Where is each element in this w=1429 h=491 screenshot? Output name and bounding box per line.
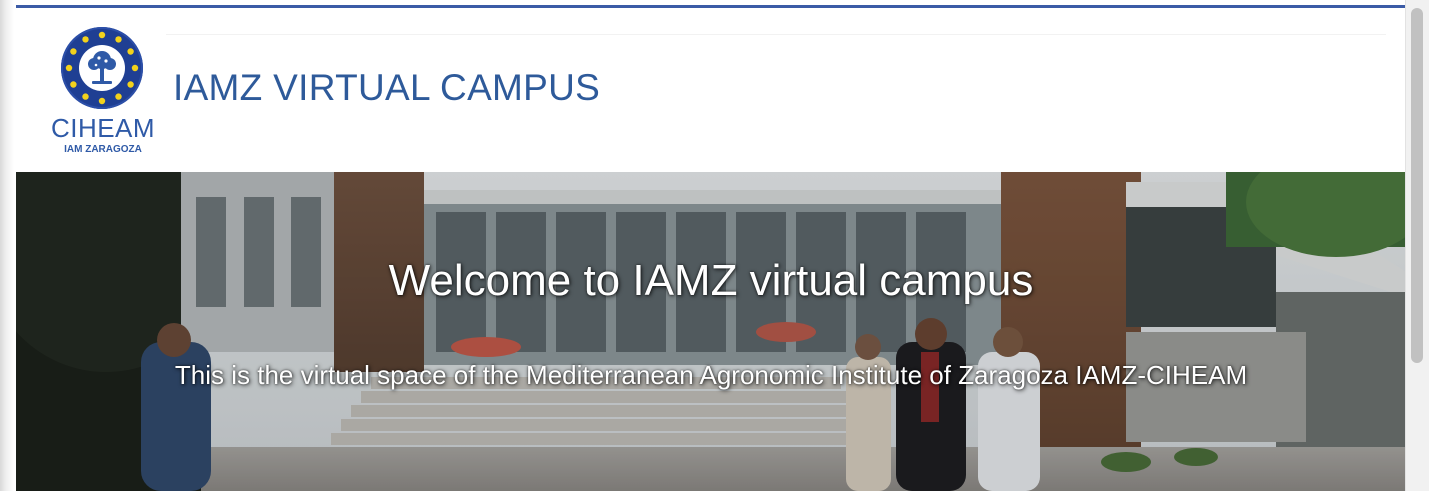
page-scrollbar[interactable] xyxy=(1405,0,1429,491)
page: CIHEAM IAM ZARAGOZA IAMZ VIRTUAL CAMPUS xyxy=(0,0,1429,491)
campus-building-photo xyxy=(16,172,1406,491)
logo-wordmark: CIHEAM xyxy=(50,113,156,143)
scrollbar-thumb[interactable] xyxy=(1411,8,1423,363)
hero-title: Welcome to IAMZ virtual campus xyxy=(388,256,1034,305)
site-title-link[interactable]: IAMZ VIRTUAL CAMPUS xyxy=(173,66,600,110)
ciheam-logo-link[interactable]: CIHEAM IAM ZARAGOZA xyxy=(44,26,162,160)
header-divider xyxy=(166,34,1386,35)
hero-subtitle: This is the virtual space of the Mediter… xyxy=(174,360,1248,390)
ciheam-emblem-icon xyxy=(61,27,143,109)
window-left-edge xyxy=(0,0,16,491)
hero-banner: Welcome to IAMZ virtual campus This is t… xyxy=(16,172,1406,491)
logo-subtitle: IAM ZARAGOZA xyxy=(64,144,142,155)
site-header: CIHEAM IAM ZARAGOZA IAMZ VIRTUAL CAMPUS xyxy=(16,8,1406,172)
